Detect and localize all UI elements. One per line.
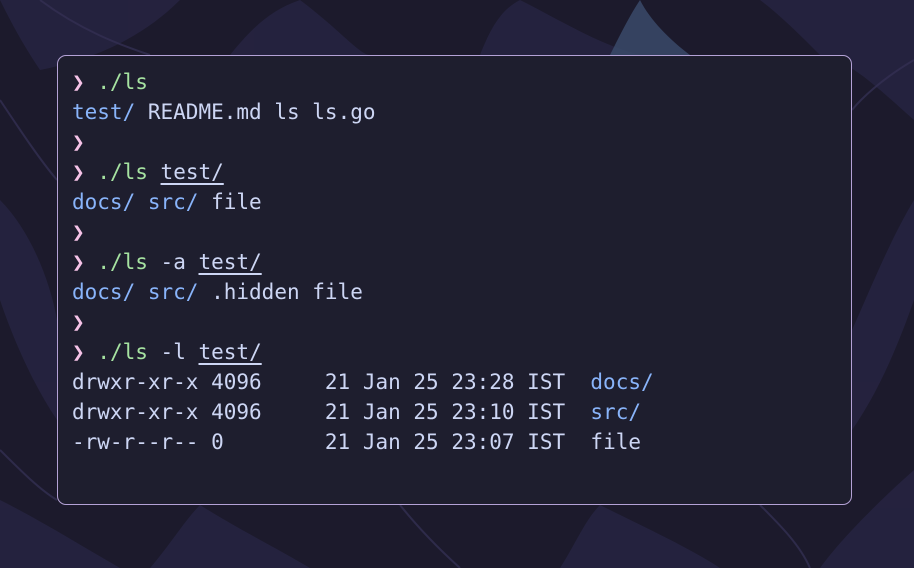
dir-entry: docs/ — [72, 280, 136, 304]
prompt-chevron-icon: ❯ — [72, 220, 85, 244]
prompt-chevron-icon: ❯ — [72, 70, 85, 94]
modified-date: 21 Jan 25 23:28 IST — [324, 370, 566, 394]
prompt-chevron-icon: ❯ — [72, 340, 85, 364]
prompt-chevron-icon: ❯ — [72, 160, 85, 184]
path-argument: test/ — [160, 160, 224, 184]
long-listing-row: drwxr-xr-x 4096 21 Jan 25 23:28 IST docs… — [72, 367, 851, 397]
modified-date: 21 Jan 25 23:07 IST — [324, 430, 566, 454]
flag-argument: -a — [160, 250, 186, 274]
file-entry: file — [590, 430, 641, 454]
dir-entry: src/ — [147, 280, 199, 304]
modified-date: 21 Jan 25 23:10 IST — [324, 400, 566, 424]
file-entry: .hidden — [211, 280, 300, 304]
file-entry: ls — [274, 100, 300, 124]
dir-entry: src/ — [590, 400, 641, 424]
file-size: 4096 — [211, 370, 262, 394]
terminal-window[interactable]: ❯ ./ls test/ README.md ls ls.go ❯ ❯ ./ls… — [57, 55, 852, 505]
file-entry: file — [312, 280, 363, 304]
prompt-chevron-icon: ❯ — [72, 130, 85, 154]
file-entry: file — [211, 190, 262, 214]
prompt-line: ❯ — [72, 127, 851, 157]
command: ./ls — [97, 250, 148, 274]
output-line: docs/ src/ .hidden file — [72, 277, 851, 307]
permissions: drwxr-xr-x — [72, 370, 199, 394]
prompt-chevron-icon: ❯ — [72, 250, 85, 274]
prompt-line: ❯ ./ls test/ — [72, 157, 851, 187]
file-size: 0 — [211, 430, 224, 454]
prompt-chevron-icon: ❯ — [72, 310, 85, 334]
file-size: 4096 — [211, 400, 262, 424]
prompt-line: ❯ — [72, 307, 851, 337]
prompt-line: ❯ ./ls -a test/ — [72, 247, 851, 277]
dir-entry: src/ — [147, 190, 199, 214]
dir-entry: docs/ — [590, 370, 654, 394]
dir-entry: docs/ — [72, 190, 136, 214]
permissions: drwxr-xr-x — [72, 400, 199, 424]
output-line: docs/ src/ file — [72, 187, 851, 217]
file-entry: ls.go — [312, 100, 376, 124]
flag-argument: -l — [160, 340, 186, 364]
prompt-line: ❯ — [72, 217, 851, 247]
path-argument: test/ — [198, 250, 262, 274]
path-argument: test/ — [198, 340, 262, 364]
dir-entry: test/ — [72, 100, 136, 124]
prompt-line: ❯ ./ls -l test/ — [72, 337, 851, 367]
prompt-line: ❯ ./ls — [72, 67, 851, 97]
long-listing-row: -rw-r--r-- 0 21 Jan 25 23:07 IST file — [72, 427, 851, 457]
command: ./ls — [97, 340, 148, 364]
file-entry: README.md — [147, 100, 262, 124]
long-listing-row: drwxr-xr-x 4096 21 Jan 25 23:10 IST src/ — [72, 397, 851, 427]
command: ./ls — [97, 70, 148, 94]
output-line: test/ README.md ls ls.go — [72, 97, 851, 127]
permissions: -rw-r--r-- — [72, 430, 199, 454]
command: ./ls — [97, 160, 148, 184]
